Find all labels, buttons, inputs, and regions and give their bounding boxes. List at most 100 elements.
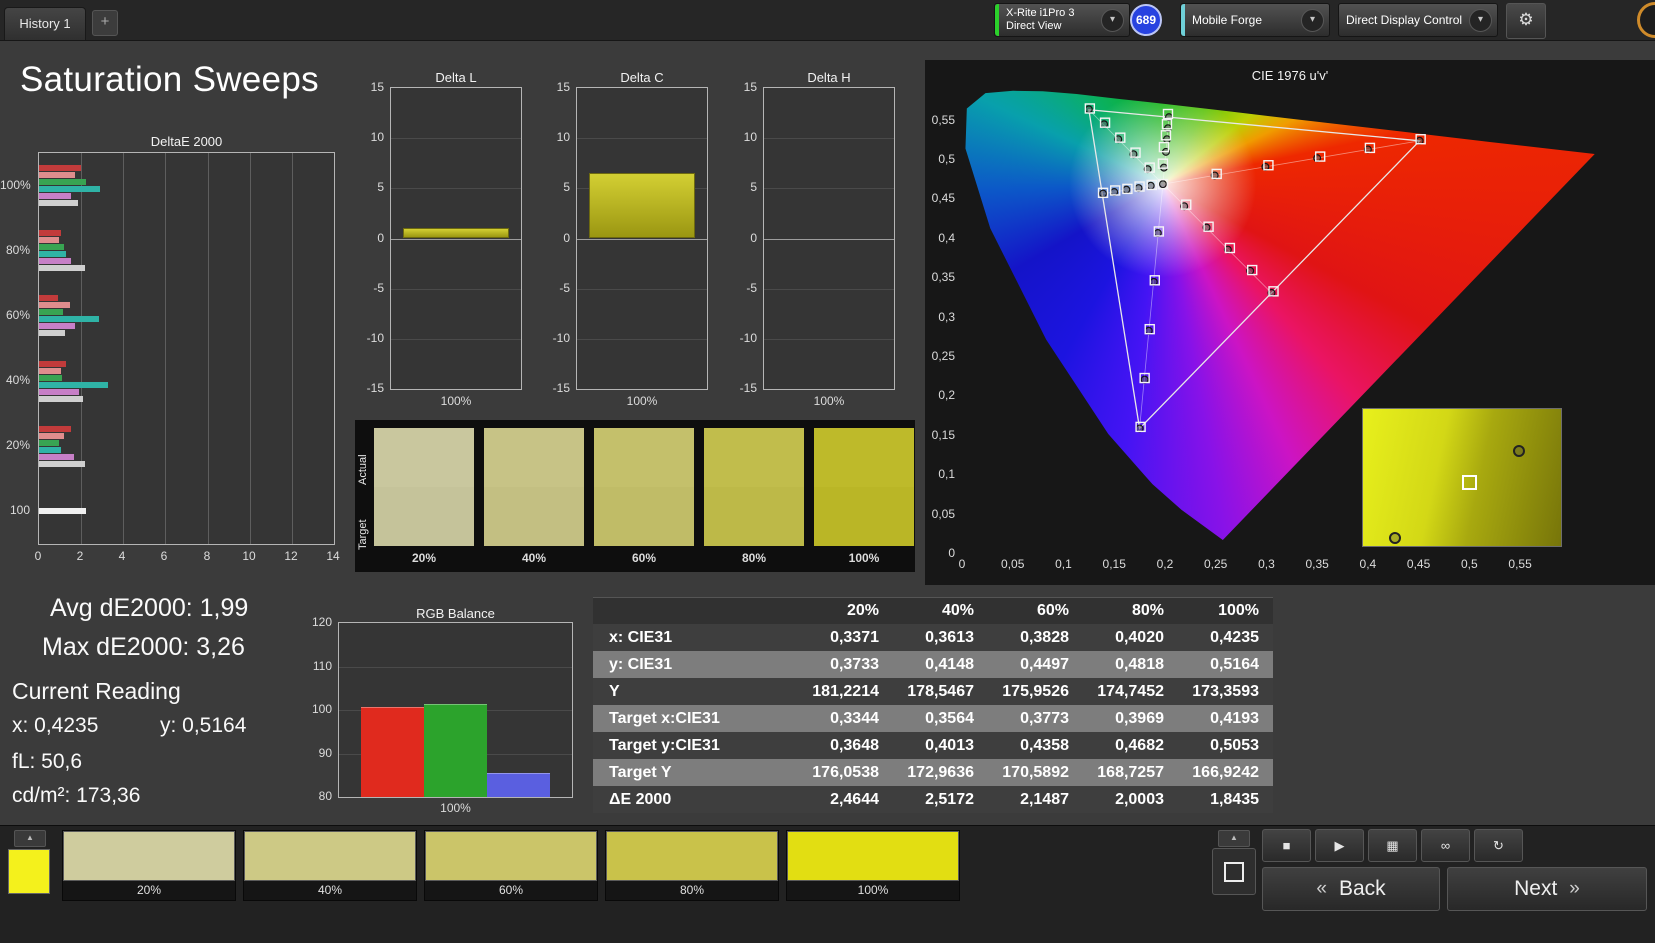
deltae-bar xyxy=(39,425,71,432)
session-indicator-icon[interactable] xyxy=(1637,2,1655,38)
marker-button[interactable]: ▦ xyxy=(1368,829,1417,862)
gridline xyxy=(123,153,124,544)
table-row-label: y: CIE31 xyxy=(609,656,673,673)
patch-button-80%[interactable]: 80% xyxy=(605,830,779,901)
patch-button-label: 60% xyxy=(498,883,524,897)
deltae-bar xyxy=(39,439,60,446)
patch-window-button[interactable] xyxy=(1212,848,1256,895)
table-cell: 2,5172 xyxy=(925,791,974,808)
deltae-bar xyxy=(39,367,62,374)
table-row-label: Target Y xyxy=(609,764,672,781)
deltae-bar xyxy=(39,374,63,381)
gridline xyxy=(208,153,209,544)
actual-swatch xyxy=(484,428,584,487)
table-header-cell: 60% xyxy=(1036,602,1069,619)
sweep-line xyxy=(1139,184,1164,429)
x-tick-label: 8 xyxy=(203,549,211,563)
patch-swatch-60% xyxy=(594,428,694,546)
chevron-right-icon: » xyxy=(1569,878,1580,899)
chevron-down-icon[interactable]: ▾ xyxy=(1301,8,1324,32)
refresh-button[interactable]: ↻ xyxy=(1474,829,1523,862)
meter-label: X-Rite i1Pro 3 Direct View xyxy=(999,7,1101,33)
target-swatch xyxy=(374,487,474,546)
results-table: 20% 40% 60% 80% 100% x: CIE31 0,3371 0,3613 0,38… xyxy=(593,597,1273,813)
x-tick-label: 0 xyxy=(958,557,966,571)
transport-controls: ■ ▶ ▦ ∞ ↻ xyxy=(1262,829,1527,862)
chevron-down-icon[interactable]: ▾ xyxy=(1469,8,1493,32)
y-tick-label: 100 xyxy=(311,702,332,716)
y-tick-label: -5 xyxy=(373,281,384,295)
target-marker xyxy=(1158,180,1167,189)
session-count-badge[interactable]: 689 xyxy=(1130,4,1162,36)
tab-history-1[interactable]: History 1 xyxy=(4,7,86,40)
back-button[interactable]: « Back xyxy=(1262,867,1440,911)
table-header-cell: 40% xyxy=(941,602,974,619)
bottombar: ▲ 20% 40% 60% 80% 100% ▲ ■ ▶ ▦ ∞ ↻ « Back Next » xyxy=(0,825,1655,943)
patch-color xyxy=(63,831,235,881)
y-tick-label: 90 xyxy=(318,746,332,760)
table-cell: 0,3648 xyxy=(830,737,879,754)
target-swatch xyxy=(594,487,694,546)
topbar: History 1 + X-Rite i1Pro 3 Direct View ▾… xyxy=(0,0,1655,41)
gridline xyxy=(764,188,894,189)
delta-bar xyxy=(589,173,695,239)
y-tick-label: 100 xyxy=(9,503,30,518)
collapse-right-button[interactable]: ▲ xyxy=(1218,830,1250,847)
display-control-dropdown[interactable]: Direct Display Control ▾ xyxy=(1338,3,1498,37)
gridline xyxy=(391,188,521,189)
gridline xyxy=(764,289,894,290)
chevron-down-icon[interactable]: ▾ xyxy=(1101,8,1124,32)
table-cell: 0,3773 xyxy=(1020,710,1069,727)
display-control-label: Direct Display Control xyxy=(1346,13,1463,27)
add-tab-button[interactable]: + xyxy=(92,10,118,36)
patch-button-40%[interactable]: 40% xyxy=(243,830,417,901)
workflow-dropdown[interactable]: Mobile Forge ▾ xyxy=(1180,3,1330,37)
x-tick-label: 0,3 xyxy=(1258,557,1275,571)
stop-button[interactable]: ■ xyxy=(1262,829,1311,862)
y-tick-label: 10 xyxy=(370,130,384,144)
y-tick-label: -15 xyxy=(366,381,384,395)
patch-button-label: 20% xyxy=(136,883,162,897)
table-cell: 2,0003 xyxy=(1115,791,1164,808)
chevron-left-icon: « xyxy=(1316,878,1327,899)
table-cell: 0,3828 xyxy=(1020,629,1069,646)
target-marker xyxy=(1146,181,1155,190)
play-button[interactable]: ▶ xyxy=(1315,829,1364,862)
x-tick-label: 0,45 xyxy=(1406,557,1431,571)
table-row: Y 181,2214 178,5467 175,9526 174,7452 173,359… xyxy=(593,678,1273,705)
delta-l-y-axis: 15 10 5 0 -5 -10 -15 xyxy=(356,80,388,395)
deltae-bar xyxy=(39,446,62,453)
x-tick-label: 0,2 xyxy=(1156,557,1174,571)
patch-button-100%[interactable]: 100% xyxy=(786,830,960,901)
table-cell: 178,5467 xyxy=(907,683,974,700)
y-tick-label: 0,05 xyxy=(931,506,955,521)
deltae-bar xyxy=(39,302,70,309)
y-tick-label: 0,25 xyxy=(931,348,955,363)
table-cell: 170,5892 xyxy=(1002,764,1069,781)
delta-h-chart xyxy=(763,87,895,390)
meter-dropdown[interactable]: X-Rite i1Pro 3 Direct View ▾ xyxy=(994,3,1130,37)
collapse-left-button[interactable]: ▲ xyxy=(14,830,46,847)
inset-target-marker xyxy=(1388,532,1401,545)
table-cell: 0,3564 xyxy=(925,710,974,727)
settings-button[interactable]: ⚙ xyxy=(1506,3,1546,39)
delta-l-chart xyxy=(390,87,522,390)
y-tick-label: 5 xyxy=(377,180,384,194)
deltae-bar xyxy=(39,237,60,244)
loop-button[interactable]: ∞ xyxy=(1421,829,1470,862)
table-cell: 0,4013 xyxy=(925,737,974,754)
y-tick-label: 0,2 xyxy=(938,388,955,403)
table-cell: 0,3969 xyxy=(1115,710,1164,727)
actual-swatch xyxy=(594,428,694,487)
swatch-label: 20% xyxy=(411,551,437,565)
gear-icon: ⚙ xyxy=(1518,10,1534,29)
next-button[interactable]: Next » xyxy=(1447,867,1647,911)
up-arrow-icon: ▲ xyxy=(26,833,34,842)
avg-de2000-reading: Avg dE2000: 1,99 xyxy=(50,594,249,622)
x-tick-label: 14 xyxy=(326,549,340,563)
patch-button-20%[interactable]: 20% xyxy=(62,830,236,901)
x-tick-label: 0,15 xyxy=(1102,557,1126,571)
y-tick-label: -10 xyxy=(739,331,757,345)
y-tick-label: 10 xyxy=(743,130,757,144)
patch-button-60%[interactable]: 60% xyxy=(424,830,598,901)
